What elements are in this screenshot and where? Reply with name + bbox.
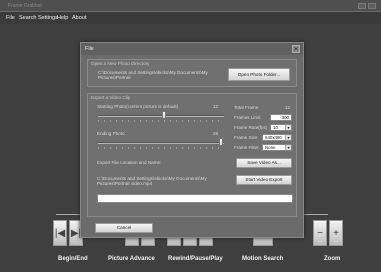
frame-rate-select[interactable]: 10 ▾: [270, 124, 292, 131]
close-icon: ✕: [293, 47, 299, 53]
app-window: Frame Grabber File Search Settings Help …: [0, 0, 381, 272]
menu-help[interactable]: Help: [57, 15, 68, 21]
frame-size-label: Frame Size: [234, 135, 258, 140]
close-window-button[interactable]: [368, 3, 376, 9]
menu-search-settings[interactable]: Search Settings: [19, 15, 58, 21]
zoom-in-button[interactable]: +: [329, 220, 343, 246]
total-frames-label: Total Frame: [234, 105, 259, 110]
open-photo-folder-button[interactable]: Open Photo Folder...: [228, 68, 290, 81]
menu-bar: File Search Settings Help About: [0, 12, 381, 24]
starting-photo-ticks: [98, 120, 224, 122]
dialog-title-bar: File ✕: [81, 43, 303, 55]
chevron-down-icon: ▾: [285, 125, 291, 130]
skip-start-icon: |◀: [54, 228, 66, 239]
begin-button[interactable]: |◀: [53, 220, 67, 246]
ending-photo-value: 26: [213, 131, 219, 136]
total-frames-value: 12: [285, 105, 291, 110]
export-progress-field[interactable]: [97, 194, 293, 203]
frame-size-select[interactable]: 640x480 ▾: [262, 134, 292, 141]
open-directory-legend: Open a New Photo Directory: [91, 61, 150, 66]
window-title: Frame Grabber: [8, 3, 43, 9]
begin-end-label: Begin/End: [58, 256, 88, 262]
starting-photo-slider[interactable]: [98, 115, 224, 117]
export-video-legend: Export a Video Clip: [91, 95, 131, 100]
rewind-pause-play-label: Rewind/Pause/Play: [168, 256, 223, 262]
frames-limit-label: Frames Limit: [234, 115, 261, 120]
picture-advance-label: Picture Advance: [108, 256, 155, 262]
cancel-button[interactable]: Cancel: [95, 223, 153, 233]
zoom-label: Zoom: [324, 256, 341, 262]
dialog-title: File: [85, 46, 94, 52]
start-video-export-button[interactable]: Start Video Export: [236, 175, 292, 185]
motion-search-label: Motion Search: [242, 256, 284, 262]
file-dialog: File ✕ Open a New Photo Directory C:\Doc…: [80, 42, 304, 238]
starting-photo-slider-thumb[interactable]: [162, 111, 166, 119]
zoom-in-icon: +: [333, 228, 339, 239]
ending-photo-ticks: [98, 147, 224, 149]
export-location-label: Export File Location and Name:: [97, 160, 162, 165]
frame-filter-value: None: [265, 145, 276, 150]
title-bar: Frame Grabber: [0, 0, 381, 12]
frame-filter-label: Frame Filter: [234, 145, 259, 150]
menu-about[interactable]: About: [72, 15, 86, 21]
photo-directory-path: C:\Documents and Settings\ebicko\My Docu…: [98, 70, 208, 80]
export-video-group: Export a Video Clip Starting Photo(curre…: [87, 93, 297, 217]
frame-rate-label: Frame Rate(fps): [234, 125, 268, 130]
frame-size-value: 640x480: [265, 135, 282, 140]
ending-photo-slider-thumb[interactable]: [219, 138, 223, 146]
dialog-close-button[interactable]: ✕: [292, 45, 300, 53]
ending-photo-slider[interactable]: [98, 142, 224, 144]
starting-photo-value: 12: [213, 104, 219, 109]
zoom-out-icon: −: [317, 228, 323, 239]
chevron-down-icon: ▾: [285, 145, 291, 150]
minimize-button[interactable]: [358, 3, 366, 9]
chevron-down-icon: ▾: [285, 135, 291, 140]
zoom-out-button[interactable]: −: [313, 220, 327, 246]
frames-limit-input[interactable]: 300: [270, 114, 292, 121]
export-file-path: C:\Documents and Settings\ebicko\My Docu…: [97, 176, 207, 186]
open-directory-group: Open a New Photo Directory C:\Documents …: [87, 59, 297, 87]
save-video-as-button[interactable]: Save Video As...: [236, 158, 292, 168]
menu-file[interactable]: File: [6, 15, 15, 21]
frame-rate-value: 10: [273, 125, 278, 130]
ending-photo-label: Ending Photo: [97, 131, 125, 136]
frame-filter-select[interactable]: None ▾: [262, 144, 292, 151]
starting-photo-label: Starting Photo(current picture is defaul…: [97, 104, 179, 109]
